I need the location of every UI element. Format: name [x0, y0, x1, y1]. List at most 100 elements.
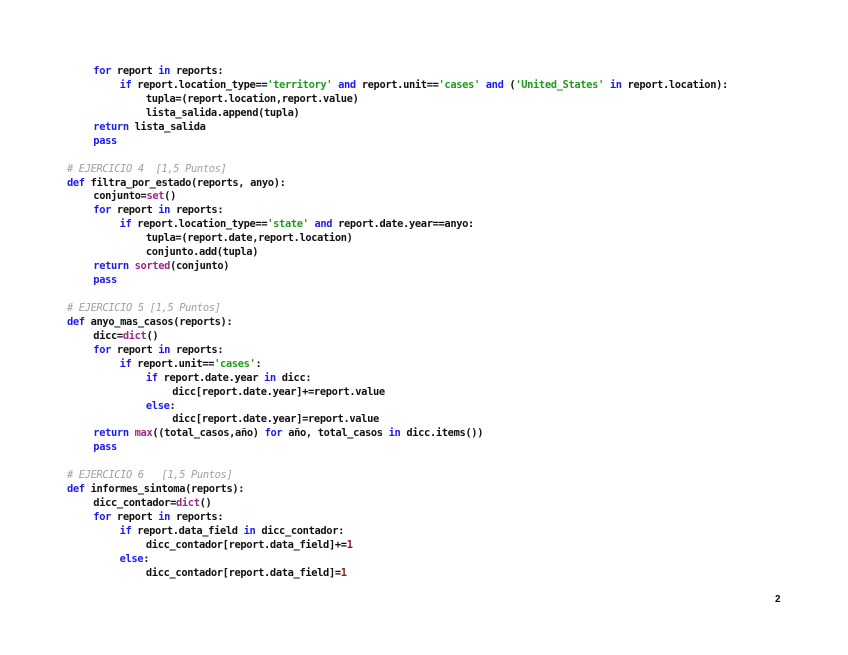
code-line: for report in reports: — [67, 511, 728, 525]
code-text: reports: — [170, 511, 224, 523]
code-text: informes_sintoma(reports): — [84, 483, 245, 496]
code-text: report.date.year==anyo: — [332, 218, 474, 231]
code-text: tupla=(report.date,report.location) — [145, 232, 353, 245]
keyword: in — [609, 78, 622, 91]
code-line: dicc[report.date.year]=report.value — [67, 413, 728, 427]
code-line: return lista_salida — [67, 121, 728, 135]
code-text: lista_salida — [128, 120, 206, 133]
keyword: pass — [93, 441, 117, 454]
code-text: report.data_field — [131, 524, 244, 537]
keyword: return — [93, 120, 129, 133]
number-literal: 1 — [346, 538, 353, 551]
code-text: : — [169, 399, 176, 412]
number-literal: 1 — [340, 566, 347, 579]
string-literal: 'cases' — [438, 78, 481, 91]
code-text: dicc: — [275, 371, 312, 384]
code-line: dicc[report.date.year]+=report.value — [67, 386, 728, 400]
code-text: report — [111, 343, 159, 356]
keyword: if — [119, 78, 132, 91]
keyword: in — [243, 524, 256, 537]
code-text: (conjunto) — [170, 260, 230, 273]
code-text: () — [199, 497, 212, 510]
string-literal: 'cases' — [214, 357, 256, 370]
code-line: lista_salida.append(tupla) — [67, 107, 728, 121]
code-text: : — [143, 552, 150, 565]
code-line: return max((total_casos,año) for año, to… — [67, 427, 728, 441]
string-literal: 'United_States' — [515, 78, 604, 91]
code-line: tupla=(report.location,report.value) — [67, 93, 728, 107]
code-text: () — [164, 190, 176, 203]
builtin-call: set — [146, 190, 165, 203]
code-text: report — [111, 204, 159, 217]
keyword: for — [93, 65, 112, 77]
keyword: if — [119, 357, 132, 370]
code-line: dicc_contador[report.data_field]+=1 — [67, 539, 728, 553]
code-text: dicc_contador[report.data_field]+= — [145, 538, 347, 551]
builtin-call: sorted — [134, 260, 171, 273]
keyword: in — [264, 371, 276, 384]
code-text: tupla=(report.location,report.value) — [145, 92, 359, 105]
code-text: () — [146, 329, 159, 342]
code-text: report.location_type== — [131, 78, 268, 91]
keyword: and — [314, 218, 333, 231]
code-text: : — [255, 357, 262, 370]
code-text: report.location): — [621, 78, 729, 91]
keyword: and — [485, 78, 504, 91]
keyword: def — [67, 315, 85, 328]
keyword: for — [93, 204, 112, 217]
code-text: report.unit== — [355, 78, 439, 91]
keyword: for — [93, 511, 112, 523]
code-line: conjunto.add(tupla) — [67, 246, 728, 260]
keyword: in — [158, 204, 171, 217]
code-line: def informes_sintoma(reports): — [67, 483, 728, 497]
keyword: else — [119, 552, 144, 565]
keyword: for — [264, 427, 283, 440]
code-text: reports: — [170, 204, 224, 217]
page-number: 2 — [775, 594, 781, 605]
code-line: # EJERCICIO 4 [1,5 Puntos] — [67, 163, 728, 177]
code-line: if report.location_type=='territory' and… — [67, 78, 729, 93]
code-line: if report.data_field in dicc_contador: — [67, 525, 728, 539]
code-line: else: — [67, 553, 728, 567]
code-line: tupla=(report.date,report.location) — [67, 232, 728, 246]
string-literal: 'state' — [267, 218, 309, 231]
code-text: dicc_contador= — [93, 497, 176, 510]
code-line: return sorted(conjunto) — [67, 260, 728, 274]
code-text: anyo_mas_casos(reports): — [84, 315, 233, 328]
code-line: if report.location_type=='state' and rep… — [67, 218, 728, 232]
comment: # EJERCICIO 6 [1,5 Puntos] — [67, 469, 233, 482]
code-text: dicc_contador: — [255, 524, 345, 537]
keyword: in — [158, 343, 171, 356]
string-literal: 'territory' — [267, 78, 333, 91]
keyword: def — [67, 483, 85, 496]
keyword: in — [158, 65, 171, 77]
code-text: report — [111, 511, 159, 523]
code-text: filtra_por_estado(reports, anyo): — [84, 176, 286, 189]
keyword: pass — [93, 274, 117, 287]
code-line: # EJERCICIO 6 [1,5 Puntos] — [67, 469, 728, 483]
code-text: ((total_casos,año) — [152, 427, 265, 440]
keyword: if — [119, 218, 132, 231]
comment: # EJERCICIO 4 [1,5 Puntos] — [67, 162, 227, 175]
keyword: def — [67, 176, 85, 189]
code-text: dicc_contador[report.data_field]= — [145, 566, 341, 579]
keyword: if — [119, 524, 132, 537]
code-line: dicc_contador[report.data_field]=1 — [67, 567, 728, 581]
code-line: dicc_contador=dict() — [67, 497, 728, 511]
comment: # EJERCICIO 5 [1,5 Puntos] — [67, 301, 221, 314]
code-line: pass — [67, 441, 728, 455]
keyword: and — [338, 78, 356, 91]
code-line: def anyo_mas_casos(reports): — [67, 316, 728, 330]
code-text: ( — [503, 78, 516, 91]
code-text: report.date.year — [157, 371, 265, 384]
keyword: return — [93, 260, 129, 273]
code-text: reports: — [170, 343, 224, 356]
code-text: dicc[report.date.year]+=report.value — [172, 385, 385, 398]
code-text: conjunto.add(tupla) — [145, 246, 259, 259]
keyword: for — [93, 343, 112, 356]
code-line: else: — [67, 400, 728, 414]
keyword: else — [145, 399, 170, 412]
